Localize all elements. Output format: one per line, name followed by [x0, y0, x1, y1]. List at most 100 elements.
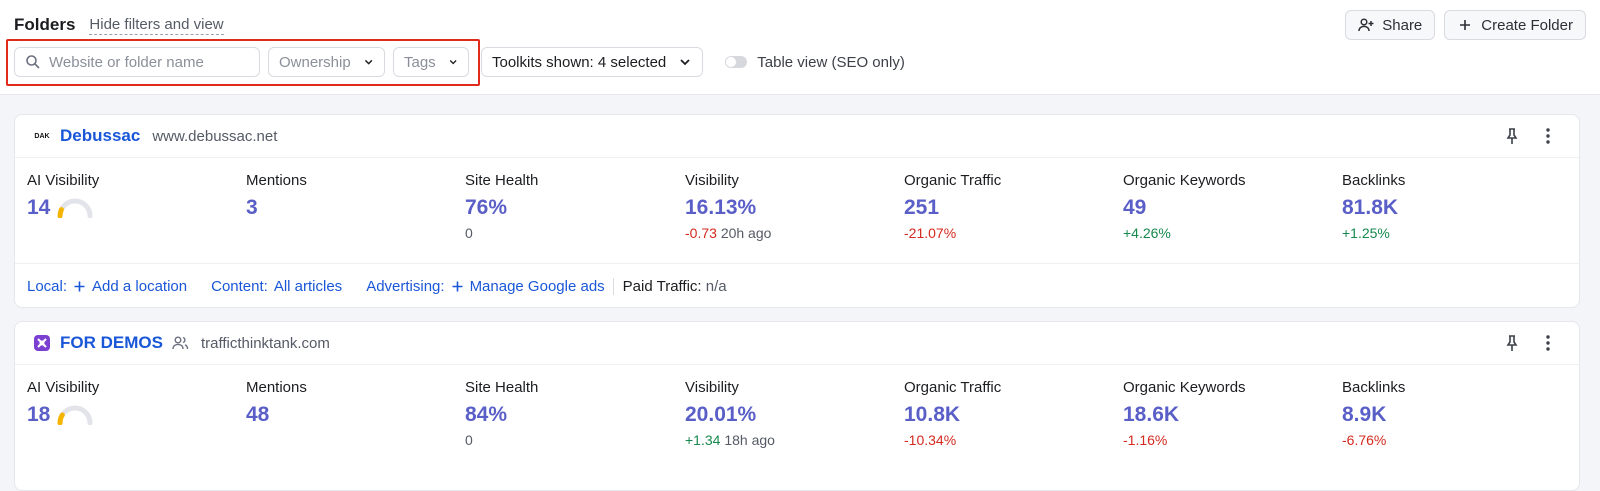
- metric-label: Visibility: [685, 379, 739, 396]
- metric-value: 76%: [465, 196, 508, 219]
- paid-traffic-label: Paid Traffic:: [622, 278, 702, 295]
- metric-mentions[interactable]: Mentions 48: [246, 379, 307, 427]
- chevron-down-icon: [449, 60, 457, 65]
- tags-dropdown[interactable]: Tags: [393, 47, 469, 77]
- manage-google-ads-link[interactable]: Manage Google ads: [451, 278, 605, 295]
- metric-site-health[interactable]: Site Health 76% 0: [465, 172, 538, 241]
- project-card: DAK Debussac www.debussac.net AI Visibil…: [14, 114, 1580, 308]
- metric-delta: -1.16%: [1123, 432, 1168, 448]
- page-title: Folders: [14, 15, 76, 34]
- chevron-down-icon: [680, 59, 690, 66]
- more-vertical-icon[interactable]: [1539, 334, 1557, 352]
- top-actions: Share Create Folder: [1345, 10, 1586, 40]
- project-name[interactable]: Debussac: [60, 126, 140, 146]
- metric-label: Organic Traffic: [904, 172, 1002, 189]
- plus-icon: [452, 281, 463, 292]
- metric-value: 49: [1123, 196, 1147, 219]
- table-view-toggle[interactable]: Table view (SEO only): [725, 54, 905, 71]
- metric-value: 14: [27, 196, 51, 219]
- card-actions: [1503, 127, 1557, 145]
- metric-value-row: 18: [27, 403, 99, 427]
- metric-label: Backlinks: [1342, 379, 1406, 396]
- more-vertical-icon[interactable]: [1539, 127, 1557, 145]
- metric-organic-traffic[interactable]: Organic Traffic 251 -21.07%: [904, 172, 1001, 241]
- metric-sub: -0.73 20h ago: [685, 225, 771, 241]
- metric-label: Backlinks: [1342, 172, 1406, 189]
- top-bar: Folders Hide filters and view Share Crea…: [0, 0, 1600, 95]
- toolkits-label: Toolkits shown: 4 selected: [492, 53, 667, 71]
- create-folder-label: Create Folder: [1481, 16, 1573, 34]
- metric-value: 16.13%: [685, 196, 757, 219]
- metric-mentions[interactable]: Mentions 3: [246, 172, 307, 220]
- add-user-icon: [1358, 18, 1374, 32]
- local-group: Local: Add a location: [27, 278, 187, 295]
- plus-icon: [1460, 20, 1471, 30]
- metric-delta: +1.25%: [1342, 225, 1390, 241]
- create-folder-button[interactable]: Create Folder: [1444, 10, 1586, 40]
- metric-value: 81.8K: [1342, 196, 1399, 219]
- tags-label: Tags: [404, 53, 436, 71]
- add-location-link[interactable]: Add a location: [73, 278, 187, 295]
- pin-icon[interactable]: [1503, 127, 1521, 145]
- toggle-switch[interactable]: [725, 56, 748, 68]
- ownership-dropdown[interactable]: Ownership: [268, 47, 385, 77]
- metric-organic-keywords[interactable]: Organic Keywords 49 +4.26%: [1123, 172, 1246, 241]
- metric-organic-traffic[interactable]: Organic Traffic 10.8K -10.34%: [904, 379, 1001, 448]
- card-actions: [1503, 334, 1557, 352]
- metric-label: Organic Keywords: [1123, 172, 1246, 189]
- content-group: Content: All articles: [211, 278, 342, 295]
- metric-label: Organic Traffic: [904, 379, 1002, 396]
- plus-icon: [74, 281, 85, 292]
- metric-label: Mentions: [246, 379, 307, 396]
- shared-users-icon: [172, 336, 189, 350]
- metric-value: 18.6K: [1123, 403, 1180, 426]
- metric-visibility[interactable]: Visibility 16.13% -0.73 20h ago: [685, 172, 771, 241]
- card-header: FOR DEMOS trafficthinktank.com: [15, 322, 1579, 365]
- local-label: Local:: [27, 278, 68, 295]
- metric-backlinks[interactable]: Backlinks 81.8K +1.25%: [1342, 172, 1405, 241]
- paid-traffic: Paid Traffic: n/a: [612, 278, 727, 295]
- share-label: Share: [1382, 16, 1423, 34]
- metric-ai-visibility[interactable]: AI Visibility 18: [27, 379, 99, 427]
- metric-site-health[interactable]: Site Health 84% 0: [465, 379, 538, 448]
- metric-sub: 0: [465, 432, 473, 448]
- metric-label: Visibility: [685, 172, 739, 189]
- metric-time: 18h ago: [724, 432, 775, 448]
- metric-value: 20.01%: [685, 403, 757, 426]
- paid-traffic-value: n/a: [705, 278, 727, 295]
- metric-label: AI Visibility: [27, 379, 100, 396]
- gauge-icon: [57, 405, 93, 425]
- project-name[interactable]: FOR DEMOS: [60, 333, 163, 353]
- advertising-label: Advertising:: [366, 278, 445, 295]
- add-location-label: Add a location: [92, 278, 188, 295]
- project-card: FOR DEMOS trafficthinktank.com AI Visibi…: [14, 321, 1580, 491]
- ownership-label: Ownership: [279, 53, 351, 71]
- advertising-group: Advertising: Manage Google ads: [366, 278, 604, 295]
- metric-label: AI Visibility: [27, 172, 100, 189]
- metric-organic-keywords[interactable]: Organic Keywords 18.6K -1.16%: [1123, 379, 1246, 448]
- gauge-icon: [57, 198, 93, 218]
- toolkits-dropdown[interactable]: Toolkits shown: 4 selected: [481, 47, 704, 77]
- filters-row: Ownership Tags Toolkits shown: 4 selecte…: [14, 47, 905, 77]
- metric-delta: -6.76%: [1342, 432, 1387, 448]
- metric-backlinks[interactable]: Backlinks 8.9K -6.76%: [1342, 379, 1405, 448]
- metric-value: 48: [246, 403, 270, 426]
- hide-filters-link[interactable]: Hide filters and view: [89, 16, 224, 35]
- search-input[interactable]: [49, 53, 249, 71]
- metric-label: Mentions: [246, 172, 307, 189]
- metric-value: 18: [27, 403, 51, 426]
- search-box[interactable]: [14, 47, 260, 77]
- metric-ai-visibility[interactable]: AI Visibility 14: [27, 172, 99, 220]
- share-button[interactable]: Share: [1345, 10, 1436, 40]
- metric-label: Site Health: [465, 379, 539, 396]
- metric-delta: -0.73: [685, 225, 717, 241]
- title-row: Folders Hide filters and view: [14, 14, 224, 36]
- metric-visibility[interactable]: Visibility 20.01% +1.34 18h ago: [685, 379, 775, 448]
- metric-sub: 0: [465, 225, 473, 241]
- metric-value: 84%: [465, 403, 508, 426]
- search-icon: [26, 55, 40, 69]
- all-articles-link[interactable]: All articles: [274, 278, 342, 295]
- pin-icon[interactable]: [1503, 334, 1521, 352]
- metric-delta: -21.07%: [904, 225, 957, 241]
- metric-sub: +1.34 18h ago: [685, 432, 775, 448]
